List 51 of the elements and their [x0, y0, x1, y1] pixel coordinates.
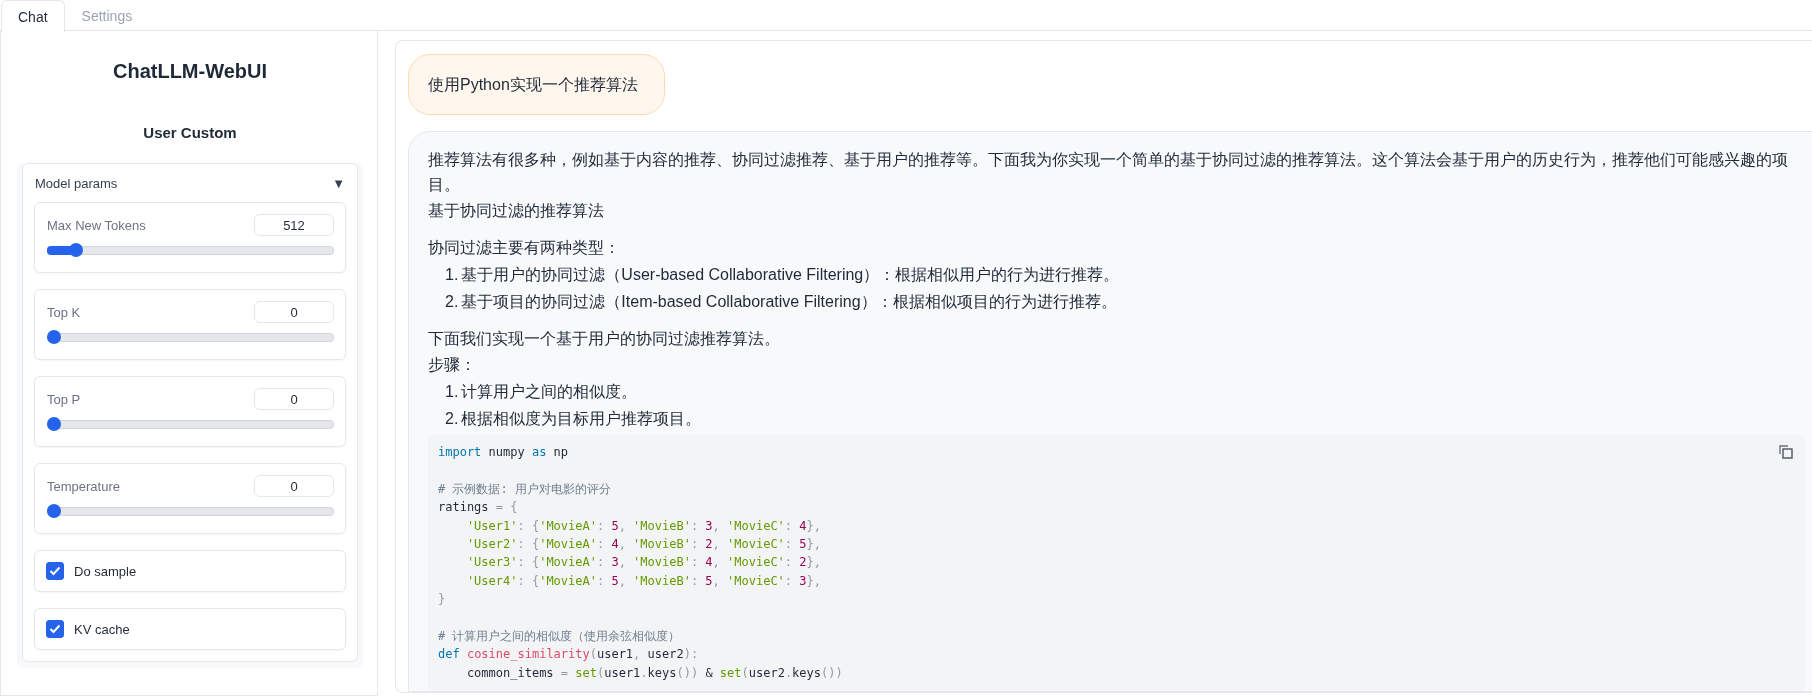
checkbox-label: Do sample [74, 563, 137, 579]
slider-thumb[interactable] [47, 417, 61, 431]
message-text: 步骤： [428, 355, 477, 375]
list-item-text: 根据相似度为目标用户推荐项目。 [461, 409, 702, 429]
number-field[interactable]: 0 [254, 475, 334, 497]
code-line: # 计算用户之间的相似度（使用余弦相似度） [438, 627, 681, 645]
code-line: def cosine_similarity(user1, user2): [438, 646, 699, 664]
slider[interactable] [47, 416, 334, 432]
list-number: 1. [445, 265, 459, 285]
collapse-toggle[interactable]: ▼ [332, 175, 345, 191]
message-text: 使用Python实现一个推荐算法 [428, 75, 638, 95]
code-line: # 示例数据: 用户对电影的评分 [438, 480, 611, 498]
slider-thumb[interactable] [47, 330, 61, 344]
message-text: 协同过滤主要有两种类型： [428, 238, 621, 258]
checkbox-label: KV cache [74, 621, 130, 637]
code-line: 'User3': {'MovieA': 3, 'MovieB': 4, 'MovieC': 2}, [465, 554, 821, 572]
copy-icon[interactable] [1779, 445, 1793, 459]
code-line: 'User1': {'MovieA': 5, 'MovieB': 3, 'MovieC': 4}, [465, 517, 821, 535]
slider[interactable] [47, 503, 334, 519]
message-text: 下面我们实现一个基于用户的协同过滤推荐算法。 [428, 329, 781, 349]
list-item-text: 基于项目的协同过滤（Item-based Collaborative Filtering）：根据相似项目的行为进行推荐。 [461, 292, 1117, 312]
code-line: common_items = set(user1.keys()) & set(user2.keys()) [465, 664, 843, 682]
app-title: ChatLLM-WebUI [111, 60, 269, 83]
code-line: 'User2': {'MovieA': 4, 'MovieB': 2, 'MovieC': 5}, [465, 535, 821, 553]
code-line: ratings = { [438, 499, 518, 517]
tab[interactable]: Chat [1, 0, 65, 32]
slider-label: Temperature [47, 478, 120, 494]
code-line: } [438, 591, 446, 609]
number-field[interactable]: 0 [254, 301, 334, 323]
list-number: 1. [445, 382, 459, 402]
section-heading: User Custom [142, 124, 238, 141]
slider-label: Max New Tokens [47, 217, 146, 233]
code-line: 'User4': {'MovieA': 5, 'MovieB': 5, 'MovieC': 3}, [465, 572, 821, 590]
slider-label: Top K [47, 304, 81, 320]
slider[interactable] [47, 242, 334, 258]
list-number: 2. [445, 409, 459, 429]
accordion-label: Model params [35, 175, 118, 191]
slider-thumb[interactable] [47, 504, 61, 518]
number-field[interactable]: 512 [254, 214, 334, 236]
checkbox[interactable] [46, 620, 64, 638]
slider-thumb[interactable] [68, 243, 83, 257]
slider-label: Top P [47, 391, 81, 407]
slider[interactable] [47, 329, 334, 345]
number-field[interactable]: 0 [254, 388, 334, 410]
message-text: 基于协同过滤的推荐算法 [428, 201, 605, 221]
list-item-text: 计算用户之间的相似度。 [461, 382, 638, 402]
list-item-text: 基于用户的协同过滤（User-based Collaborative Filtering）：根据相似用户的行为进行推荐。 [461, 265, 1120, 285]
code-line: import numpy as np [438, 444, 569, 461]
message-text: 推荐算法有很多种，例如基于内容的推荐、协同过滤推荐、基于用户的推荐等。下面我为你实现一个简单的基于协同过滤的推荐算法。这个算法会基于用户的历史行为，推荐他们可能感兴趣的项目。 [428, 150, 1789, 195]
list-number: 2. [445, 292, 459, 312]
checkbox[interactable] [46, 562, 64, 580]
